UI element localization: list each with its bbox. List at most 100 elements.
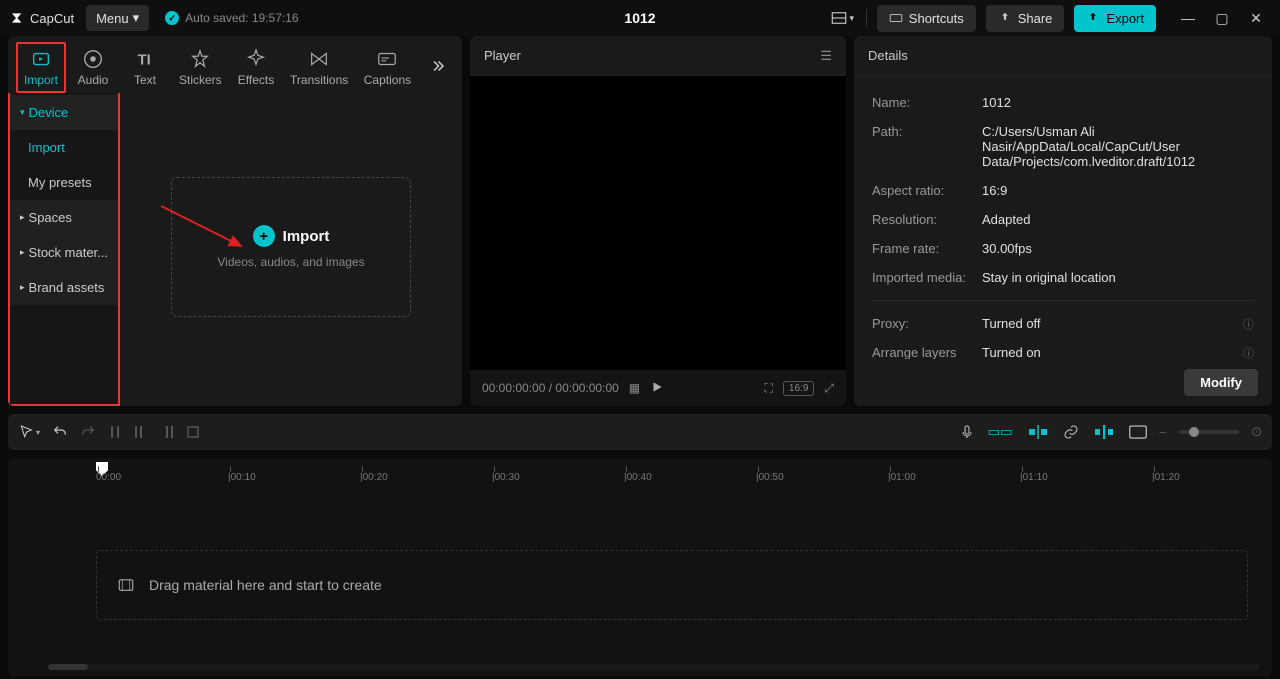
mic-icon bbox=[959, 424, 975, 440]
player-title: Player bbox=[484, 48, 521, 63]
player-menu-button[interactable]: ☰ bbox=[820, 48, 832, 64]
redo-button[interactable] bbox=[80, 424, 96, 440]
check-icon: ✓ bbox=[165, 11, 179, 25]
player-timecode: 00:00:00:00 / 00:00:00:00 bbox=[482, 381, 619, 395]
snap-main-toggle[interactable]: ▭▭ bbox=[987, 422, 1013, 442]
name-label: Name: bbox=[872, 95, 982, 110]
zoom-out-button[interactable]: − bbox=[1159, 425, 1167, 440]
svg-text:TI: TI bbox=[138, 53, 151, 69]
caret-right-icon: ▸ bbox=[20, 247, 25, 258]
player-viewport[interactable] bbox=[470, 76, 846, 370]
chevrons-right-icon bbox=[428, 57, 446, 75]
export-button[interactable]: Export bbox=[1074, 5, 1156, 32]
player-panel: Player ☰ 00:00:00:00 / 00:00:00:00 ▦ ⛶ 1… bbox=[470, 36, 846, 406]
chevron-down-icon: ▾ bbox=[850, 13, 855, 24]
export-icon bbox=[1086, 11, 1100, 25]
link-toggle[interactable] bbox=[1063, 424, 1079, 440]
track-dropzone[interactable]: Drag material here and start to create bbox=[96, 550, 1248, 620]
trim-right-icon bbox=[160, 425, 174, 439]
player-header: Player ☰ bbox=[470, 36, 846, 76]
undo-icon bbox=[52, 424, 68, 440]
fullscreen-button[interactable]: ⤢ bbox=[824, 381, 834, 396]
app-name: CapCut bbox=[30, 11, 74, 26]
sidebar-item-device[interactable]: ▾ Device bbox=[10, 95, 118, 130]
info-icon[interactable]: ⓘ bbox=[1243, 345, 1254, 359]
text-icon: TI bbox=[134, 48, 156, 70]
scan-button[interactable]: ⛶ bbox=[765, 381, 773, 396]
keyboard-icon bbox=[889, 11, 903, 25]
chevron-down-icon: ▾ bbox=[36, 428, 40, 437]
cover-button[interactable] bbox=[1129, 425, 1147, 439]
captions-icon bbox=[376, 48, 398, 70]
tab-text[interactable]: TI Text bbox=[120, 42, 170, 93]
tab-audio[interactable]: Audio bbox=[68, 42, 118, 93]
sidebar-item-stock-materials[interactable]: ▸ Stock mater... bbox=[10, 235, 118, 270]
audio-icon bbox=[82, 48, 104, 70]
split-button[interactable] bbox=[108, 425, 122, 439]
preview-toggle[interactable] bbox=[1091, 422, 1117, 442]
effects-icon bbox=[245, 48, 267, 70]
sidebar-item-brand-assets[interactable]: ▸ Brand assets bbox=[10, 270, 118, 305]
undo-button[interactable] bbox=[52, 424, 68, 440]
framerate-label: Frame rate: bbox=[872, 241, 982, 256]
link-icon bbox=[1063, 424, 1079, 440]
share-button[interactable]: Share bbox=[986, 5, 1065, 32]
delete-button[interactable] bbox=[186, 425, 200, 439]
redo-icon bbox=[80, 424, 96, 440]
trim-left-button[interactable] bbox=[134, 425, 148, 439]
film-icon bbox=[117, 576, 135, 594]
snap-accent-toggle[interactable] bbox=[1025, 422, 1051, 442]
zoom-fit-button[interactable]: ⊙ bbox=[1251, 424, 1262, 440]
modify-button[interactable]: Modify bbox=[1184, 369, 1258, 396]
maximize-button[interactable]: ▢ bbox=[1208, 4, 1236, 32]
media-tabs: Import Audio TI Text Stickers Effects Tr… bbox=[8, 36, 462, 93]
aspect-value: 16:9 bbox=[982, 183, 1254, 198]
import-icon bbox=[30, 48, 52, 70]
aspect-badge[interactable]: 16:9 bbox=[783, 381, 814, 396]
cover-icon bbox=[1129, 425, 1147, 439]
minimize-button[interactable]: — bbox=[1174, 4, 1202, 32]
resolution-value: Adapted bbox=[982, 212, 1254, 227]
tab-transitions[interactable]: Transitions bbox=[283, 42, 354, 93]
trim-right-button[interactable] bbox=[160, 425, 174, 439]
sidebar-item-my-presets[interactable]: My presets bbox=[10, 165, 118, 200]
framerate-value: 30.00fps bbox=[982, 241, 1254, 256]
info-icon[interactable]: ⓘ bbox=[1243, 316, 1254, 332]
timeline-ruler[interactable]: 00:00 |00:10 |00:20 |00:30 |00:40 |00:50… bbox=[96, 466, 1260, 490]
cursor-icon bbox=[18, 424, 34, 440]
play-button[interactable] bbox=[650, 380, 664, 397]
caret-right-icon: ▸ bbox=[20, 282, 25, 293]
player-controls: 00:00:00:00 / 00:00:00:00 ▦ ⛶ 16:9 ⤢ bbox=[470, 370, 846, 406]
close-button[interactable]: ✕ bbox=[1242, 4, 1270, 32]
app-logo: CapCut bbox=[10, 10, 74, 26]
media-sidebar: ▾ Device Import My presets ▸ Spaces ▸ St… bbox=[8, 93, 120, 406]
sidebar-item-import[interactable]: Import bbox=[10, 130, 118, 165]
import-area: + Import Videos, audios, and images bbox=[120, 93, 462, 406]
sidebar-item-spaces[interactable]: ▸ Spaces bbox=[10, 200, 118, 235]
timeline-scrollbar[interactable] bbox=[48, 664, 1260, 670]
tab-stickers[interactable]: Stickers bbox=[172, 42, 229, 93]
aspect-label: Aspect ratio: bbox=[872, 183, 982, 198]
details-panel: Details Name:1012 Path:C:/Users/Usman Al… bbox=[854, 36, 1272, 406]
zoom-slider[interactable] bbox=[1179, 430, 1239, 434]
tabs-more-button[interactable] bbox=[420, 49, 454, 86]
caret-right-icon: ▸ bbox=[20, 212, 25, 223]
path-label: Path: bbox=[872, 124, 982, 169]
menu-button[interactable]: Menu ▾ bbox=[86, 5, 149, 31]
tab-effects[interactable]: Effects bbox=[231, 42, 282, 93]
record-button[interactable] bbox=[959, 424, 975, 440]
timeline-panel: 00:00 |00:10 |00:20 |00:30 |00:40 |00:50… bbox=[8, 458, 1272, 676]
shortcuts-button[interactable]: Shortcuts bbox=[877, 5, 976, 32]
layout-icon bbox=[830, 9, 848, 27]
window-controls: — ▢ ✕ bbox=[1174, 4, 1270, 32]
layout-button[interactable]: ▾ bbox=[828, 4, 856, 32]
tab-import[interactable]: Import bbox=[16, 42, 66, 93]
tab-captions[interactable]: Captions bbox=[357, 42, 418, 93]
caret-down-icon: ▾ bbox=[20, 107, 25, 118]
snap-icon bbox=[1029, 425, 1047, 439]
select-tool[interactable]: ▾ bbox=[18, 424, 40, 440]
grid-toggle[interactable]: ▦ bbox=[629, 381, 640, 395]
import-dropzone[interactable]: + Import Videos, audios, and images bbox=[171, 177, 411, 317]
imported-value: Stay in original location bbox=[982, 270, 1254, 285]
timeline-toolbar: ▾ ▭▭ − ⊙ bbox=[8, 414, 1272, 450]
